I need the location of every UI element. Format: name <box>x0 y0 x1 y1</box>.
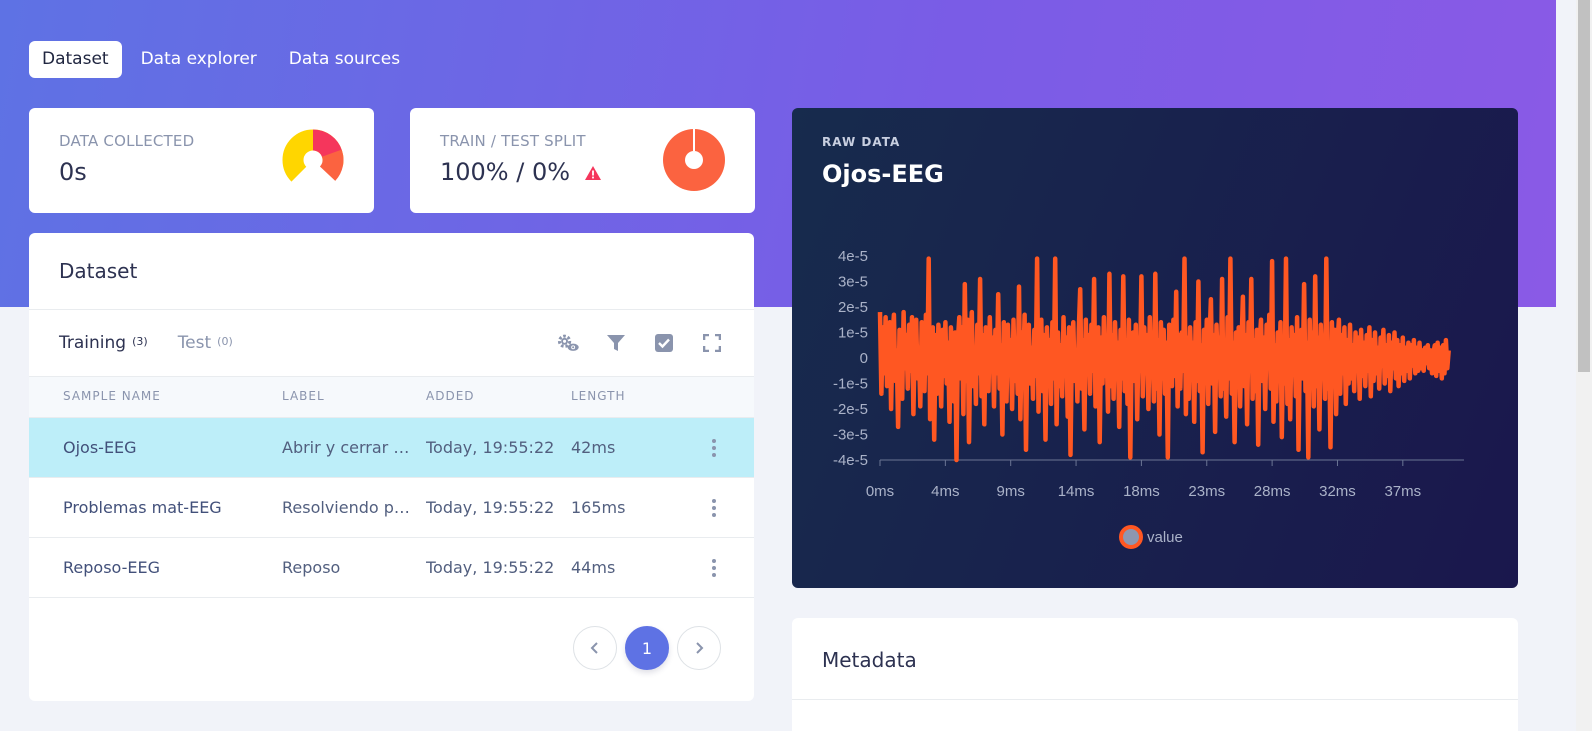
col-sample-name[interactable]: SAMPLE NAME <box>63 389 161 403</box>
dataset-title: Dataset <box>59 259 138 283</box>
scrollbar[interactable] <box>1576 0 1592 731</box>
tab-test[interactable]: Test (0) <box>178 333 233 353</box>
raw-data-chart[interactable]: 4e-5 3e-5 2e-5 1e-5 0 -1e-5 -2e-5 -3e-5 -4e-5 0ms… <box>792 108 1518 588</box>
y-tick-label: -4e-5 <box>833 452 868 469</box>
tab-training[interactable]: Training (3) <box>59 333 148 353</box>
row-menu-icon[interactable] <box>704 436 724 460</box>
chevron-right-icon <box>696 642 704 654</box>
table-row[interactable]: Reposo-EEG Reposo Today, 19:55:22 44ms <box>29 538 754 598</box>
y-tick-label: 2e-5 <box>838 299 868 316</box>
next-page-button[interactable] <box>677 626 721 670</box>
tab-data-sources[interactable]: Data sources <box>276 41 413 78</box>
filter-icon[interactable] <box>604 331 628 355</box>
table-row[interactable]: Problemas mat-EEG Resolviendo pr... Toda… <box>29 478 754 538</box>
data-collected-value: 0s <box>59 158 87 186</box>
x-tick-label: 37ms <box>1384 483 1421 500</box>
train-test-split-amount: 100% / 0% <box>440 158 571 186</box>
x-tick-label: 18ms <box>1123 483 1160 500</box>
dataset-subtabs: Training (3) Test (0) <box>59 333 233 353</box>
warning-icon[interactable] <box>584 165 602 181</box>
col-added[interactable]: ADDED <box>426 389 475 403</box>
x-tick-label: 0ms <box>866 483 894 500</box>
y-tick-label: -3e-5 <box>833 427 868 444</box>
tab-training-label: Training <box>59 333 127 353</box>
x-tick-label: 4ms <box>931 483 959 500</box>
chevron-left-icon <box>590 642 598 654</box>
sample-label: Abrir y cerrar o... <box>282 438 410 457</box>
column-settings-icon[interactable] <box>556 331 580 355</box>
sample-label: Reposo <box>282 558 341 577</box>
divider <box>792 699 1518 700</box>
scrollbar-thumb[interactable] <box>1578 0 1590 372</box>
table-row[interactable]: Ojos-EEG Abrir y cerrar o... Today, 19:5… <box>29 418 754 478</box>
tab-data-explorer[interactable]: Data explorer <box>128 41 270 78</box>
x-tick-label: 32ms <box>1319 483 1356 500</box>
data-collected-donut-icon <box>282 129 344 191</box>
sample-length: 44ms <box>571 558 616 577</box>
train-test-split-label: TRAIN / TEST SPLIT <box>440 132 586 150</box>
sample-length: 42ms <box>571 438 616 457</box>
divider <box>29 309 754 310</box>
tab-test-count: (0) <box>217 335 233 348</box>
page-button-current[interactable]: 1 <box>625 626 669 670</box>
sample-added: Today, 19:55:22 <box>426 558 555 577</box>
tab-dataset[interactable]: Dataset <box>29 41 122 78</box>
metadata-card: Metadata <box>792 618 1518 731</box>
x-tick-label: 28ms <box>1254 483 1291 500</box>
y-tick-label: 3e-5 <box>838 274 868 291</box>
prev-page-button[interactable] <box>573 626 617 670</box>
x-tick-label: 23ms <box>1188 483 1225 500</box>
y-tick-label: 1e-5 <box>838 325 868 342</box>
x-tick-label: 14ms <box>1058 483 1095 500</box>
sample-label: Resolviendo pr... <box>282 498 410 517</box>
train-test-split-donut-icon <box>663 129 725 191</box>
pagination: 1 <box>573 626 721 670</box>
y-tick-label: 0 <box>860 350 868 367</box>
sample-name: Ojos-EEG <box>63 438 137 457</box>
y-tick-label: -2e-5 <box>833 401 868 418</box>
sample-length: 165ms <box>571 498 626 517</box>
row-menu-icon[interactable] <box>704 556 724 580</box>
legend-marker[interactable] <box>1119 525 1143 549</box>
row-menu-icon[interactable] <box>704 496 724 520</box>
top-tabs: Dataset Data explorer Data sources <box>29 41 413 78</box>
sample-added: Today, 19:55:22 <box>426 498 555 517</box>
tab-test-label: Test <box>177 333 212 353</box>
train-test-split-card: TRAIN / TEST SPLIT 100% / 0% <box>410 108 755 213</box>
legend-label[interactable]: value <box>1147 529 1183 546</box>
tab-training-count: (3) <box>132 335 148 348</box>
raw-data-card: RAW DATA Ojos-EEG 4e-5 3e-5 2e-5 1e-5 0 -1e-5… <box>792 108 1518 588</box>
data-collected-label: DATA COLLECTED <box>59 132 195 150</box>
select-checkbox-icon[interactable] <box>652 331 676 355</box>
x-tick-label: 9ms <box>997 483 1025 500</box>
sample-name: Reposo-EEG <box>63 558 160 577</box>
data-collected-amount: 0s <box>59 158 87 186</box>
sample-added: Today, 19:55:22 <box>426 438 555 457</box>
col-length[interactable]: LENGTH <box>571 389 625 403</box>
data-collected-card: DATA COLLECTED 0s <box>29 108 374 213</box>
series-line-value[interactable] <box>877 256 1451 463</box>
dataset-toolbar <box>556 331 724 355</box>
sample-name: Problemas mat-EEG <box>63 498 222 517</box>
dataset-card: Dataset Training (3) Test (0) SAMPLE NAM… <box>29 233 754 701</box>
y-tick-label: -1e-5 <box>833 376 868 393</box>
table-header: SAMPLE NAME LABEL ADDED LENGTH <box>29 376 754 418</box>
train-test-split-value: 100% / 0% <box>440 158 602 186</box>
y-tick-label: 4e-5 <box>838 248 868 265</box>
fullscreen-icon[interactable] <box>700 331 724 355</box>
metadata-title: Metadata <box>822 648 917 672</box>
col-label[interactable]: LABEL <box>282 389 325 403</box>
